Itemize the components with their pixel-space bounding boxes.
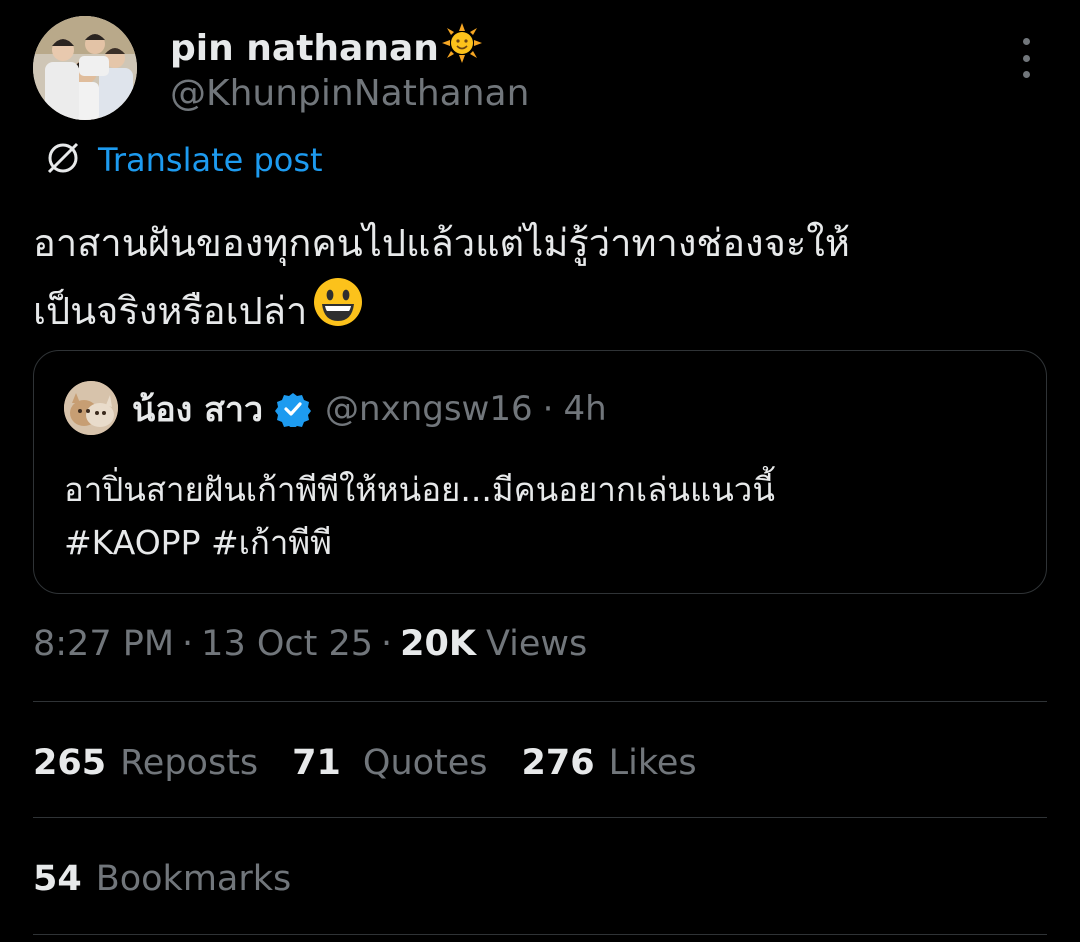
verified-badge-icon bbox=[275, 391, 312, 427]
more-options-icon[interactable] bbox=[1008, 38, 1044, 78]
reposts-stat[interactable]: 265 Reposts bbox=[33, 743, 258, 783]
quoted-post-card[interactable]: น้อง สาว @nxngsw16 · 4h อาปิ่นสายฝันเก้า… bbox=[33, 350, 1047, 594]
author-display-name[interactable]: pin nathanan bbox=[170, 22, 483, 75]
quoted-author-handle[interactable]: @nxngsw16 bbox=[325, 389, 533, 429]
display-name-text: pin nathanan bbox=[170, 27, 439, 69]
post-date[interactable]: 13 Oct 25 bbox=[201, 624, 373, 664]
bookmarks-label: Bookmarks bbox=[95, 859, 292, 899]
likes-count: 276 bbox=[521, 743, 595, 783]
divider bbox=[33, 934, 1047, 935]
quoted-hashtags[interactable]: #KAOPP #เก้าพีพี bbox=[64, 516, 1014, 569]
meta-separator: · bbox=[182, 624, 194, 664]
bookmarks-stat[interactable]: 54 Bookmarks bbox=[33, 854, 291, 904]
quoted-text-line: อาปิ่นสายฝันเก้าพีพีให้หน่อย...มีคนอยากเ… bbox=[64, 470, 775, 509]
translate-post-button[interactable]: Translate post bbox=[44, 138, 323, 182]
views-label: Views bbox=[485, 624, 588, 664]
divider bbox=[33, 817, 1047, 818]
bookmarks-count: 54 bbox=[33, 859, 82, 899]
post-time[interactable]: 8:27 PM bbox=[33, 624, 174, 664]
author-avatar[interactable] bbox=[33, 16, 137, 120]
quoted-text: อาปิ่นสายฝันเก้าพีพีให้หน่อย...มีคนอยากเ… bbox=[64, 463, 1014, 569]
views-count: 20K bbox=[400, 624, 476, 664]
post-text-line-content: เป็นจริงหรือเปล่า bbox=[33, 289, 308, 333]
author-handle[interactable]: @KhunpinNathanan bbox=[170, 72, 529, 116]
reposts-count: 265 bbox=[33, 743, 107, 783]
quoted-separator: · bbox=[542, 389, 554, 429]
quoted-header: น้อง สาว @nxngsw16 · 4h bbox=[132, 385, 607, 433]
quoted-time[interactable]: 4h bbox=[563, 389, 606, 429]
sun-emoji-icon bbox=[441, 22, 483, 75]
meta-separator: · bbox=[381, 624, 393, 664]
post-text-line-2: เป็นจริงหรือเปล่า bbox=[33, 275, 1053, 348]
translate-post-label: Translate post bbox=[98, 141, 323, 179]
more-dot bbox=[1022, 38, 1030, 45]
engagement-stats: 265 Reposts 71 Quotes 276 Likes bbox=[33, 738, 731, 788]
grinning-face-icon bbox=[311, 275, 365, 348]
quoted-author-avatar[interactable] bbox=[64, 381, 118, 435]
post-meta: 8:27 PM · 13 Oct 25 · 20K Views bbox=[33, 620, 587, 668]
likes-label: Likes bbox=[608, 743, 697, 783]
more-dot bbox=[1022, 71, 1030, 78]
quotes-count: 71 bbox=[292, 743, 341, 783]
likes-stat[interactable]: 276 Likes bbox=[522, 743, 697, 783]
translate-globe-icon bbox=[44, 139, 82, 181]
avatar-photo bbox=[33, 16, 137, 120]
quotes-stat[interactable]: 71 Quotes bbox=[292, 743, 487, 783]
quoted-author-name[interactable]: น้อง สาว bbox=[132, 382, 263, 436]
kitten-avatar-image bbox=[64, 381, 118, 435]
divider bbox=[33, 701, 1047, 702]
post-text-line: อาสานฝันของทุกคนไปแล้วแต่ไม่รู้ว่าทางช่อ… bbox=[33, 221, 850, 265]
post-text: อาสานฝันของทุกคนไปแล้วแต่ไม่รู้ว่าทางช่อ… bbox=[33, 212, 1053, 348]
quotes-label: Quotes bbox=[362, 743, 488, 783]
reposts-label: Reposts bbox=[120, 743, 259, 783]
more-dot bbox=[1022, 54, 1030, 62]
